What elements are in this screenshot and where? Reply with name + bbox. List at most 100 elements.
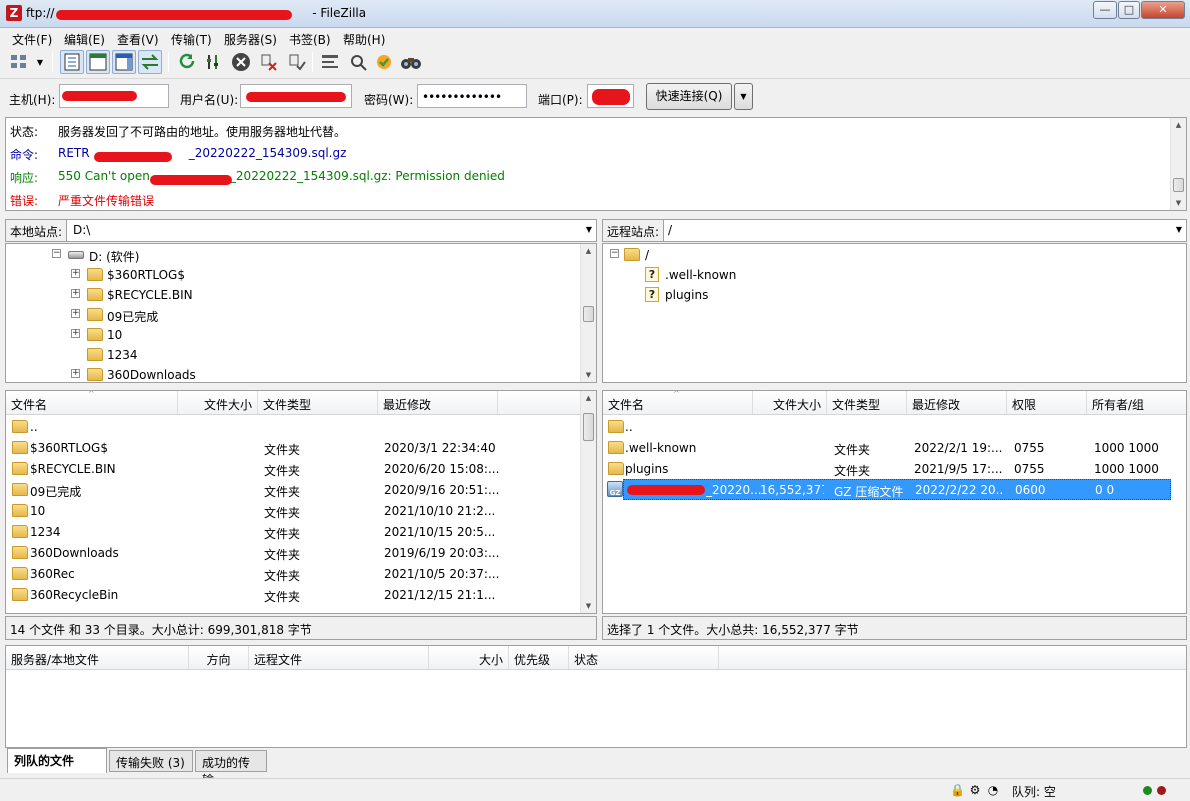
filezilla-logo-icon: Z xyxy=(6,5,22,21)
column-header-name[interactable]: 文件名 ^ xyxy=(6,391,178,414)
reconnect-icon[interactable] xyxy=(285,50,309,74)
column-header-modified[interactable]: 最近修改 xyxy=(907,391,1007,414)
column-header-owner[interactable]: 所有者/组 xyxy=(1087,391,1186,414)
menu-help[interactable]: 帮助(H) xyxy=(343,31,385,48)
toggle-remote-tree-icon[interactable] xyxy=(112,50,136,74)
filter-icon[interactable] xyxy=(318,50,342,74)
quickconnect-history-dropdown[interactable]: ▼ xyxy=(734,83,753,110)
sync-browse-icon[interactable] xyxy=(372,50,396,74)
maximize-button[interactable]: □ xyxy=(1118,1,1140,19)
table-row[interactable]: 10 文件夹 2021/10/10 21:2... xyxy=(6,500,596,521)
column-header-remote-file[interactable]: 远程文件 xyxy=(249,646,429,669)
column-header-modified[interactable]: 最近修改 xyxy=(378,391,498,414)
collapse-icon[interactable]: − xyxy=(610,249,619,258)
menu-server[interactable]: 服务器(S) xyxy=(224,31,277,48)
menu-view[interactable]: 查看(V) xyxy=(117,31,159,48)
redaction-mark xyxy=(56,10,292,20)
column-header-size[interactable]: 文件大小 xyxy=(178,391,258,414)
expand-icon[interactable]: + xyxy=(71,269,80,278)
toggle-log-icon[interactable] xyxy=(60,50,84,74)
tree-item[interactable]: ? plugins xyxy=(603,285,1183,305)
quickconnect-button[interactable]: 快速连接(Q) xyxy=(646,83,732,110)
expand-icon[interactable]: + xyxy=(71,289,80,298)
tab-queued-files[interactable]: 列队的文件 xyxy=(7,748,107,773)
folder-icon xyxy=(608,441,624,454)
column-header-permissions[interactable]: 权限 xyxy=(1007,391,1087,414)
menu-transfer[interactable]: 传输(T) xyxy=(171,31,212,48)
table-row[interactable]: 360Downloads 文件夹 2019/6/19 20:03:... xyxy=(6,542,596,563)
local-tree-scrollbar[interactable]: ▲ ▼ xyxy=(580,244,596,382)
menu-bar: 文件(F) 编辑(E) 查看(V) 传输(T) 服务器(S) 书签(B) 帮助(… xyxy=(0,28,1190,48)
tab-failed-transfers[interactable]: 传输失败 (3) xyxy=(109,750,193,772)
tree-item-root[interactable]: − / xyxy=(603,245,1183,265)
tree-item[interactable]: ? .well-known xyxy=(603,265,1183,285)
search-icon[interactable] xyxy=(399,50,423,74)
tree-item[interactable]: + 10 xyxy=(6,325,581,345)
unknown-folder-icon: ? xyxy=(645,267,659,282)
dropdown-arrow-icon[interactable]: ▼ xyxy=(33,50,47,74)
column-header-size[interactable]: 文件大小 xyxy=(753,391,827,414)
column-header-priority[interactable]: 优先级 xyxy=(509,646,569,669)
column-header-name[interactable]: 文件名 ^ xyxy=(603,391,753,414)
log-scrollbar[interactable]: ▲ ▼ xyxy=(1170,118,1186,210)
tree-item[interactable]: + 360Downloads xyxy=(6,365,581,382)
menu-edit[interactable]: 编辑(E) xyxy=(64,31,105,48)
receive-led-icon xyxy=(1143,786,1152,795)
expand-icon[interactable]: + xyxy=(71,369,80,378)
remote-file-list: 文件名 ^ 文件大小 文件类型 最近修改 权限 所有者/组 .. .well-kn… xyxy=(602,390,1187,614)
expand-icon[interactable]: + xyxy=(71,329,80,338)
column-header-local-file[interactable]: 服务器/本地文件 xyxy=(6,646,189,669)
expand-icon[interactable]: + xyxy=(71,309,80,318)
column-header-size[interactable]: 大小 xyxy=(429,646,509,669)
tree-item[interactable]: + $360RTLOG$ xyxy=(6,265,581,285)
table-row[interactable]: $360RTLOG$ 文件夹 2020/3/1 22:34:40 xyxy=(6,437,596,458)
table-row[interactable]: .well-known 文件夹 2022/2/1 19:... 0755 100… xyxy=(603,437,1186,458)
menu-file[interactable]: 文件(F) xyxy=(12,31,52,48)
disconnect-icon[interactable] xyxy=(257,50,281,74)
local-path-input[interactable]: D:\ xyxy=(73,223,90,237)
table-row[interactable]: $RECYCLE.BIN 文件夹 2020/6/20 15:08:... xyxy=(6,458,596,479)
compare-icon[interactable] xyxy=(346,50,370,74)
toggle-local-tree-icon[interactable] xyxy=(86,50,110,74)
tree-item[interactable]: + $RECYCLE.BIN xyxy=(6,285,581,305)
tree-item[interactable]: + 09已完成 xyxy=(6,305,581,325)
minimize-button[interactable]: — xyxy=(1093,1,1117,19)
refresh-icon[interactable] xyxy=(175,50,199,74)
table-row[interactable]: .. xyxy=(603,416,1186,437)
menu-bookmarks[interactable]: 书签(B) xyxy=(289,31,331,48)
folder-icon xyxy=(12,567,28,580)
tree-item[interactable]: 1234 xyxy=(6,345,581,365)
table-row[interactable]: 360RecycleBin 文件夹 2021/12/15 21:1... xyxy=(6,584,596,605)
tree-item-drive[interactable]: − D: (软件) xyxy=(6,245,581,265)
redaction-mark xyxy=(62,91,137,101)
close-button[interactable]: ✕ xyxy=(1141,1,1185,19)
folder-icon xyxy=(87,288,103,301)
collapse-icon[interactable]: − xyxy=(52,249,61,258)
speed-limit-icon[interactable]: ◔ xyxy=(986,783,1000,797)
toggle-queue-icon[interactable] xyxy=(138,50,162,74)
tab-successful-transfers[interactable]: 成功的传输 xyxy=(195,750,267,787)
password-input[interactable]: ••••••••••••• xyxy=(417,84,527,108)
column-header-type[interactable]: 文件类型 xyxy=(258,391,378,414)
redaction-mark xyxy=(627,485,705,495)
column-header-status[interactable]: 状态 xyxy=(569,646,719,669)
table-row[interactable]: plugins 文件夹 2021/9/5 17:... 0755 1000 10… xyxy=(603,458,1186,479)
remote-status-line: 选择了 1 个文件。大小总共: 16,552,377 字节 xyxy=(602,616,1187,640)
cancel-icon[interactable] xyxy=(229,50,253,74)
table-row[interactable]: 360Rec 文件夹 2021/10/5 20:37:... xyxy=(6,563,596,584)
message-log: 状态: 服务器发回了不可路由的地址。使用服务器地址代替。 命令: RETR _202… xyxy=(5,117,1187,211)
column-header-type[interactable]: 文件类型 xyxy=(827,391,907,414)
column-header-direction[interactable]: 方向 xyxy=(189,646,249,669)
table-row[interactable]: 1234 文件夹 2021/10/15 20:5... xyxy=(6,521,596,542)
local-site-bar: 本地站点: D:\ ▼ xyxy=(5,219,597,242)
queue-status: 队列: 空 xyxy=(1012,785,1056,799)
chevron-down-icon[interactable]: ▼ xyxy=(586,225,592,234)
table-row[interactable]: .. xyxy=(6,416,596,437)
table-row[interactable]: 09已完成 文件夹 2020/9/16 20:51:... xyxy=(6,479,596,500)
site-manager-icon[interactable] xyxy=(8,50,32,74)
table-row-selected[interactable]: GZ _20220... 16,552,377 GZ 压缩文件 2022/2/2… xyxy=(603,479,1171,500)
remote-path-input[interactable]: / xyxy=(668,223,672,237)
local-list-scrollbar[interactable]: ▲ ▼ xyxy=(580,391,596,613)
process-queue-icon[interactable] xyxy=(201,50,225,74)
chevron-down-icon[interactable]: ▼ xyxy=(1176,225,1182,234)
